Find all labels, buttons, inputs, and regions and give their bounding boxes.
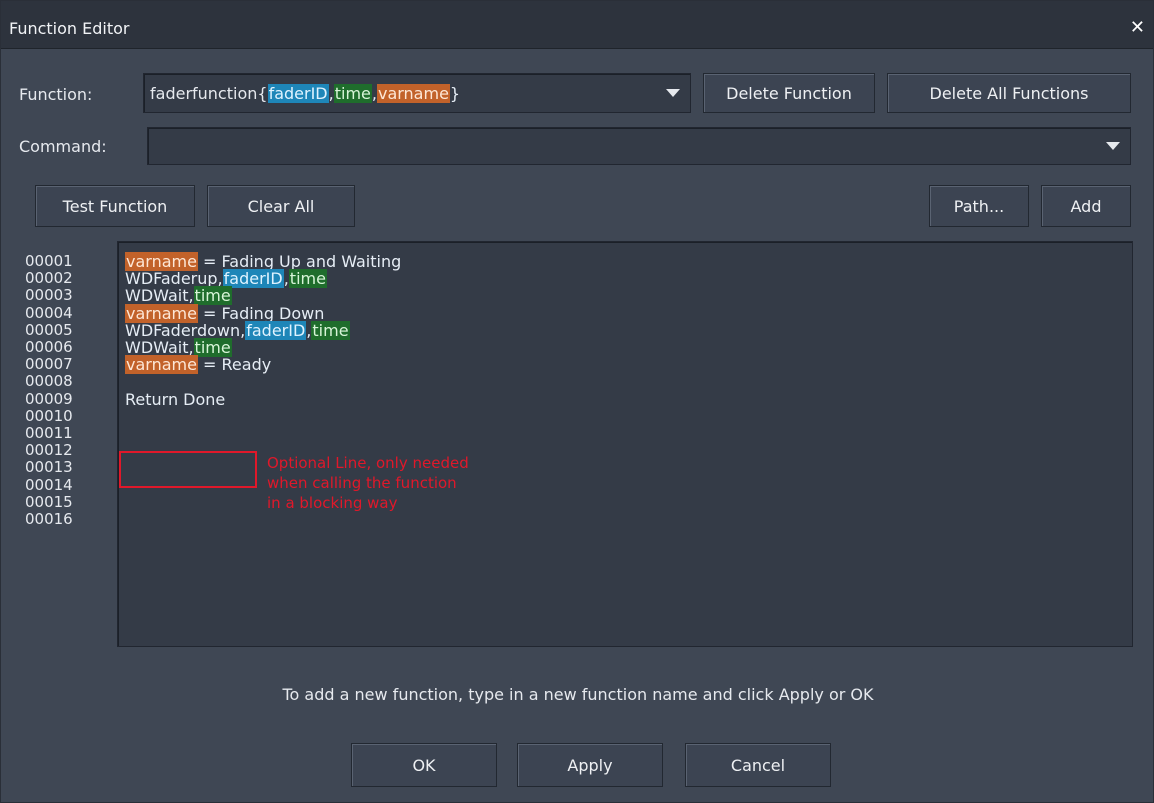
line-number: 00013 xyxy=(25,458,73,477)
ok-button[interactable]: OK xyxy=(351,743,497,787)
function-editor-window: Function Editor ✕ Function: faderfunctio… xyxy=(0,0,1154,803)
code-text: WDWait, xyxy=(125,286,194,306)
delete-all-functions-button[interactable]: Delete All Functions xyxy=(887,73,1131,113)
path-button[interactable]: Path... xyxy=(929,185,1029,227)
code-line[interactable]: WDWait,time xyxy=(125,337,765,357)
command-select[interactable] xyxy=(147,127,1131,165)
code-text: WDFaderdown, xyxy=(125,320,246,340)
token-time: time xyxy=(311,320,350,340)
token-time: time xyxy=(288,269,327,289)
line-number-gutter: 00001 00002 00003 00004 00005 00006 00007 00008… xyxy=(25,253,105,651)
line-number: 00011 xyxy=(25,424,73,443)
code-text: } xyxy=(449,84,461,103)
code-text: Return Done xyxy=(125,389,226,409)
function-params: faderID,time,varname} xyxy=(267,84,461,103)
code-text: WDWait, xyxy=(125,337,194,357)
title-bar[interactable]: Function Editor ✕ xyxy=(1,1,1153,49)
command-dropdown-button[interactable] xyxy=(1096,128,1130,164)
cancel-button[interactable]: Cancel xyxy=(685,743,831,787)
token-faderID: faderID xyxy=(245,320,307,340)
line-number: 00006 xyxy=(25,338,73,357)
code-line[interactable]: WDWait,time xyxy=(125,286,765,306)
code-text: = Ready xyxy=(197,355,272,375)
delete-function-button[interactable]: Delete Function xyxy=(703,73,875,113)
line-number: 00012 xyxy=(25,441,73,460)
code-line[interactable]: WDFaderup,faderID,time xyxy=(125,269,765,289)
code-line[interactable]: varname = Ready xyxy=(125,355,765,375)
function-dropdown-button[interactable] xyxy=(656,74,690,112)
close-icon[interactable]: ✕ xyxy=(1130,19,1145,37)
add-button[interactable]: Add xyxy=(1041,185,1131,227)
token-time: time xyxy=(193,337,232,357)
token-time: time xyxy=(193,286,232,306)
test-function-button[interactable]: Test Function xyxy=(35,185,195,227)
chevron-down-icon xyxy=(1106,142,1120,150)
function-value: faderfunction{faderID,time,varname} xyxy=(150,84,460,103)
code-line[interactable]: varname = Fading Up and Waiting xyxy=(125,252,765,271)
function-select[interactable]: faderfunction{faderID,time,varname} xyxy=(143,73,691,113)
code-line[interactable]: varname = Fading Down xyxy=(125,303,765,323)
line-number: 00008 xyxy=(25,372,73,391)
line-number: 00003 xyxy=(25,286,73,305)
code-line[interactable] xyxy=(125,373,765,390)
token-faderID: faderID xyxy=(222,269,284,289)
clear-all-button[interactable]: Clear All xyxy=(207,185,355,227)
token-time: time xyxy=(333,84,372,103)
code-line[interactable]: Return Done xyxy=(125,389,765,409)
line-number: 00016 xyxy=(25,510,73,529)
chevron-down-icon xyxy=(666,89,680,97)
return-done-highlight-box xyxy=(119,451,257,488)
annotation-line: when calling the function xyxy=(267,474,457,492)
line-number: 00010 xyxy=(25,406,73,425)
line-number: 00002 xyxy=(25,269,73,288)
token-varname: varname xyxy=(376,84,450,103)
function-name: faderfunction{ xyxy=(150,84,268,103)
apply-button[interactable]: Apply xyxy=(517,743,663,787)
optional-line-annotation: Optional Line, only needed when calling … xyxy=(267,453,469,513)
code-text: WDFaderup, xyxy=(125,269,223,289)
token-varname: varname xyxy=(125,303,198,323)
line-number: 00001 xyxy=(25,253,73,270)
token-varname: varname xyxy=(125,355,198,375)
code-lines[interactable]: varname = Fading Up and Waiting WDFaderup… xyxy=(125,252,765,409)
help-hint-text: To add a new function, type in a new fun… xyxy=(282,685,874,704)
command-label: Command: xyxy=(19,137,107,156)
annotation-line: in a blocking way xyxy=(267,494,398,512)
window-title: Function Editor xyxy=(9,19,130,38)
line-number: 00007 xyxy=(25,355,73,374)
line-number: 00014 xyxy=(25,475,73,494)
line-number: 00004 xyxy=(25,303,73,322)
function-label: Function: xyxy=(19,85,93,104)
line-number: 00005 xyxy=(25,320,73,339)
code-text: = Fading Down xyxy=(197,303,325,323)
line-number: 00009 xyxy=(25,389,73,408)
code-line[interactable]: WDFaderdown,faderID,time xyxy=(125,320,765,340)
line-number: 00015 xyxy=(25,492,73,511)
code-text: = Fading Up and Waiting xyxy=(197,252,402,271)
code-text: , xyxy=(328,84,334,103)
token-faderID: faderID xyxy=(267,84,329,103)
annotation-line: Optional Line, only needed xyxy=(267,454,469,472)
token-varname: varname xyxy=(125,252,198,271)
